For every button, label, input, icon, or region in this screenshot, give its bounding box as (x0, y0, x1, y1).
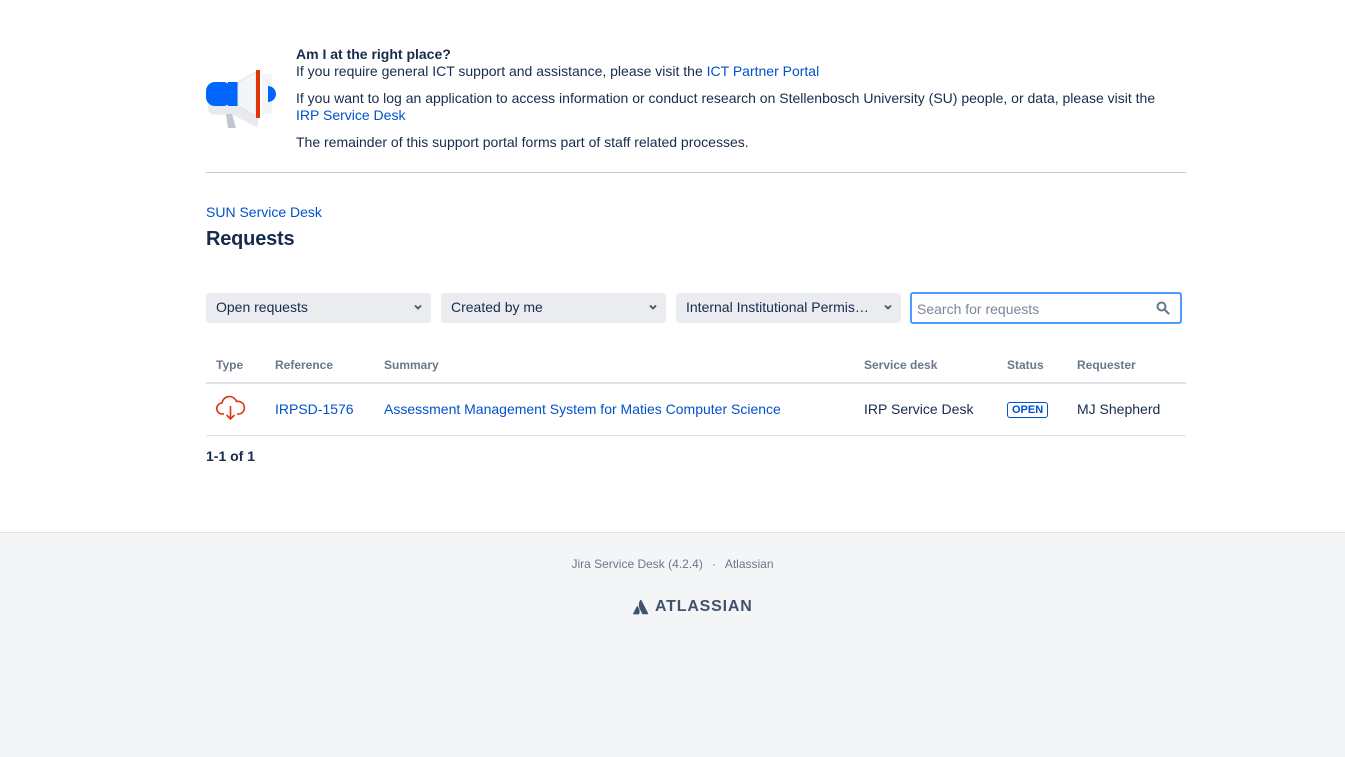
status-filter-label: Open requests (216, 299, 308, 315)
status-cell: OPEN (997, 383, 1067, 436)
chevron-down-icon (649, 304, 657, 310)
cloud-download-icon (215, 395, 246, 420)
atlassian-logo-icon (633, 599, 649, 615)
creator-filter-dropdown[interactable]: Created by me (441, 293, 666, 323)
column-header-service-desk: Service desk (854, 348, 997, 384)
irp-service-desk-link[interactable]: IRP Service Desk (296, 107, 405, 123)
announcement-title: Am I at the right place? (296, 46, 451, 62)
summary-cell: Assessment Management System for Maties … (374, 383, 854, 436)
chevron-down-icon (414, 304, 422, 310)
column-header-reference: Reference (265, 348, 374, 384)
megaphone-icon (206, 70, 276, 128)
breadcrumb-sun-service-desk[interactable]: SUN Service Desk (206, 204, 322, 220)
column-header-type: Type (206, 348, 265, 384)
status-filter-dropdown[interactable]: Open requests (206, 293, 431, 323)
announcement-line-2: If you want to log an application to acc… (296, 90, 1176, 124)
type-cell (206, 383, 265, 436)
column-header-status: Status (997, 348, 1067, 384)
announcement-text: Am I at the right place? If you require … (296, 46, 1176, 151)
requests-table: Type Reference Summary Service desk Stat… (206, 348, 1186, 436)
ict-partner-portal-link[interactable]: ICT Partner Portal (707, 63, 820, 79)
table-header-row: Type Reference Summary Service desk Stat… (206, 348, 1186, 384)
table-row[interactable]: IRPSD-1576 Assessment Management System … (206, 383, 1186, 436)
search-box (910, 292, 1182, 324)
footer-separator: · (711, 557, 716, 571)
search-input[interactable] (917, 300, 1147, 318)
announcement-line-2-text: If you want to log an application to acc… (296, 90, 1156, 106)
requester-cell: MJ Shepherd (1067, 383, 1186, 436)
column-header-requester: Requester (1067, 348, 1186, 384)
pagination-count: 1-1 of 1 (206, 448, 256, 464)
footer: Jira Service Desk (4.2.4) · Atlassian ATLA… (0, 532, 1345, 757)
footer-product-link[interactable]: Jira Service Desk (4.2.4) (571, 557, 702, 571)
atlassian-logo-text: ATLASSIAN (655, 598, 753, 615)
announcement-line-1-text: If you require general ICT support and a… (296, 63, 707, 79)
service-desk-filter-dropdown[interactable]: Internal Institutional Permission (IRP) … (676, 293, 901, 323)
status-badge: OPEN (1007, 402, 1049, 419)
creator-filter-label: Created by me (451, 299, 543, 315)
reference-cell: IRPSD-1576 (265, 383, 374, 436)
footer-links: Jira Service Desk (4.2.4) · Atlassian (0, 557, 1345, 571)
announcement-line-1: If you require general ICT support and a… (296, 63, 1176, 80)
column-header-summary: Summary (374, 348, 854, 384)
request-reference-link[interactable]: IRPSD-1576 (275, 401, 354, 417)
atlassian-logo[interactable]: ATLASSIAN (633, 598, 753, 616)
request-summary-link[interactable]: Assessment Management System for Maties … (384, 401, 781, 417)
footer-atlassian-link[interactable]: Atlassian (725, 557, 774, 571)
service-desk-filter-label: Internal Institutional Permission (IRP) … (686, 299, 871, 315)
page-title: Requests (206, 228, 295, 250)
chevron-down-icon (884, 304, 892, 310)
service-desk-cell: IRP Service Desk (854, 383, 997, 436)
announcement-line-3: The remainder of this support portal for… (296, 134, 749, 150)
announcement-banner: Am I at the right place? If you require … (206, 44, 1186, 173)
main-content: Am I at the right place? If you require … (0, 0, 1345, 533)
search-icon[interactable] (1156, 301, 1170, 315)
